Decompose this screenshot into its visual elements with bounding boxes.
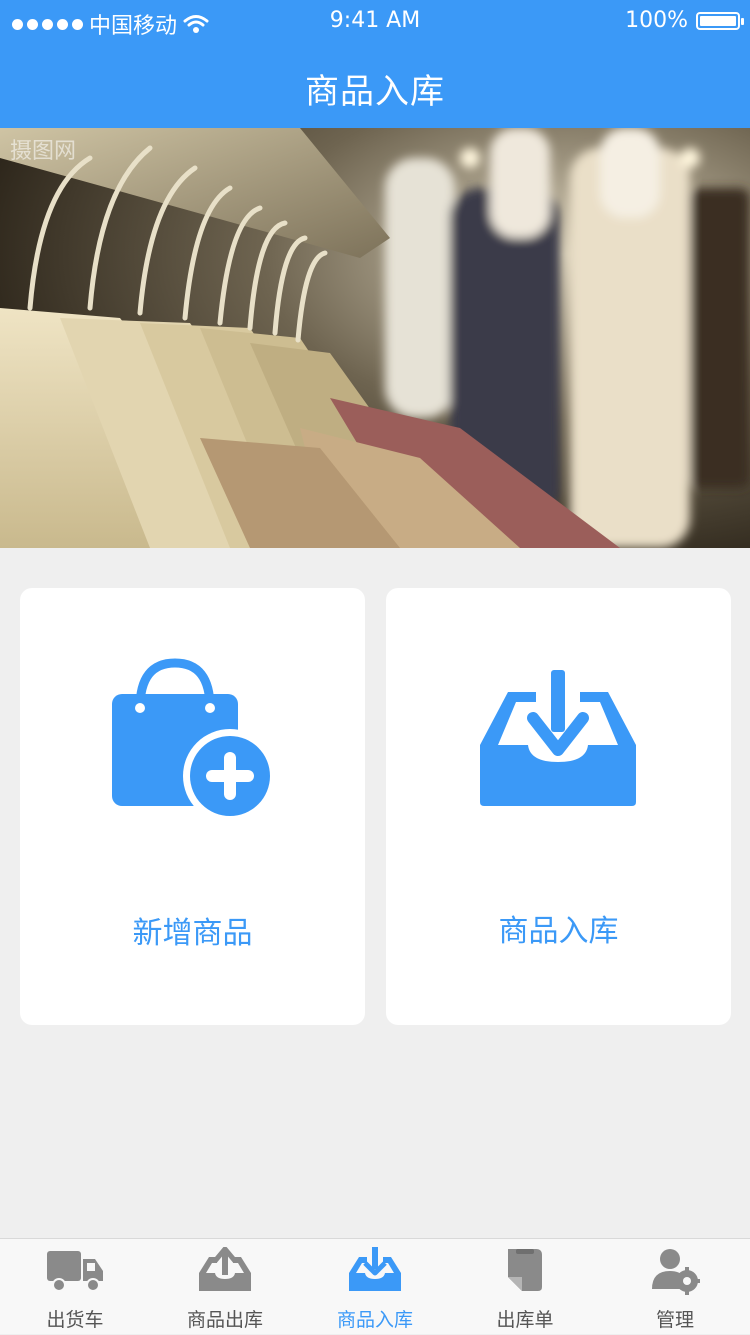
battery-percent: 100% <box>625 8 688 33</box>
tab-cart[interactable]: 出货车 <box>0 1239 150 1335</box>
inbox-download-icon <box>480 670 636 806</box>
header-bar: 中国移动 9:41 AM 100% 商品入库 <box>0 0 750 128</box>
tab-outbound-orders[interactable]: 出库单 <box>450 1239 600 1335</box>
clothes-rack-photo: 摄图网 <box>0 128 750 548</box>
tab-cart-label: 出货车 <box>46 1309 104 1331</box>
tab-manage-label: 管理 <box>655 1309 694 1331</box>
tab-stock-in-label: 商品入库 <box>336 1309 413 1331</box>
status-bar: 中国移动 9:41 AM 100% <box>0 0 750 44</box>
tab-manage[interactable]: 管理 <box>600 1239 750 1335</box>
stock-in-label: 商品入库 <box>498 914 619 949</box>
add-product-card[interactable]: 新增商品 <box>20 588 365 1025</box>
tab-stock-out-label: 商品出库 <box>186 1309 263 1331</box>
shopping-bag-plus-icon <box>112 658 277 823</box>
tab-outbound-orders-label: 出库单 <box>496 1309 554 1331</box>
truck-icon <box>47 1251 103 1292</box>
watermark-text: 摄图网 <box>10 139 76 164</box>
tab-stock-out[interactable]: 商品出库 <box>150 1239 300 1335</box>
page-title: 商品入库 <box>305 72 445 112</box>
stock-in-card[interactable]: 商品入库 <box>386 588 731 1025</box>
tray-download-icon <box>349 1247 401 1291</box>
status-right: 100% <box>625 8 744 33</box>
battery-icon <box>696 11 744 30</box>
user-gear-icon <box>652 1249 700 1295</box>
tab-stock-in[interactable]: 商品入库 <box>300 1239 450 1335</box>
tray-upload-icon <box>199 1247 251 1291</box>
banner-image: 摄图网 <box>0 128 750 548</box>
add-product-label: 新增商品 <box>132 916 253 951</box>
tab-bar: 出货车 商品出库 商品入库 出库单 管理 <box>0 1238 750 1334</box>
document-icon <box>508 1249 542 1291</box>
